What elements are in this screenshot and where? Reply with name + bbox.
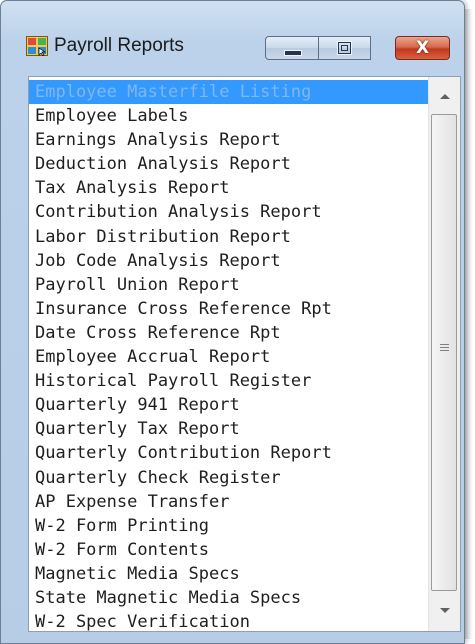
vertical-scrollbar[interactable] [428,77,460,631]
list-item[interactable]: Quarterly Check Register [29,466,428,490]
list-item[interactable]: Employee Masterfile Listing [29,80,428,105]
list-item[interactable]: Labor Distribution Report [29,225,428,249]
list-item[interactable]: Employee Accrual Report [29,345,428,369]
list-item[interactable]: Quarterly Tax Report [29,417,428,441]
list-item[interactable]: Quarterly Contribution Report [29,441,428,465]
window-title: Payroll Reports [54,35,184,56]
list-item[interactable]: Historical Payroll Register [29,369,428,393]
grip-icon [440,344,449,352]
list-item[interactable]: State Magnetic Media Specs [29,586,428,610]
list-item[interactable]: Date Cross Reference Rpt [29,321,428,345]
minimize-icon [284,50,302,56]
list-item[interactable]: W-2 Form Printing [29,514,428,538]
list-item[interactable]: Payroll Union Report [29,273,428,297]
reports-listbox[interactable]: Employee Masterfile Listing Employee Labe… [28,76,461,632]
restore-icon [338,42,351,54]
list-item[interactable]: Job Code Analysis Report [29,249,428,273]
payroll-app-icon[interactable] [26,36,48,57]
list-item[interactable]: Quarterly 941 Report [29,393,428,417]
minimize-button[interactable] [265,36,319,60]
list-item[interactable]: Tax Analysis Report [29,176,428,200]
list-item[interactable]: Insurance Cross Reference Rpt [29,297,428,321]
maximize-button[interactable] [318,36,371,60]
list-item[interactable]: Magnetic Media Specs [29,562,428,586]
list-item[interactable]: Earnings Analysis Report [29,128,428,152]
scroll-up-icon[interactable] [429,77,460,113]
payroll-reports-window: Payroll Reports X Employee Masterfile Li… [0,0,473,644]
close-button[interactable]: X [395,36,450,60]
close-icon: X [415,38,430,58]
title-bar[interactable]: Payroll Reports X [1,1,464,60]
list-item[interactable]: Employee Labels [29,104,428,128]
list-item[interactable]: AP Expense Transfer [29,490,428,514]
list-item[interactable]: W-2 Form Contents [29,538,428,562]
report-list: Employee Masterfile Listing Employee Labe… [29,80,428,631]
list-item[interactable]: Contribution Analysis Report [29,200,428,224]
list-item[interactable]: Deduction Analysis Report [29,152,428,176]
scroll-down-icon[interactable] [429,595,460,631]
scrollbar-thumb[interactable] [431,114,457,591]
list-item[interactable]: W-2 Spec Verification [29,610,428,631]
